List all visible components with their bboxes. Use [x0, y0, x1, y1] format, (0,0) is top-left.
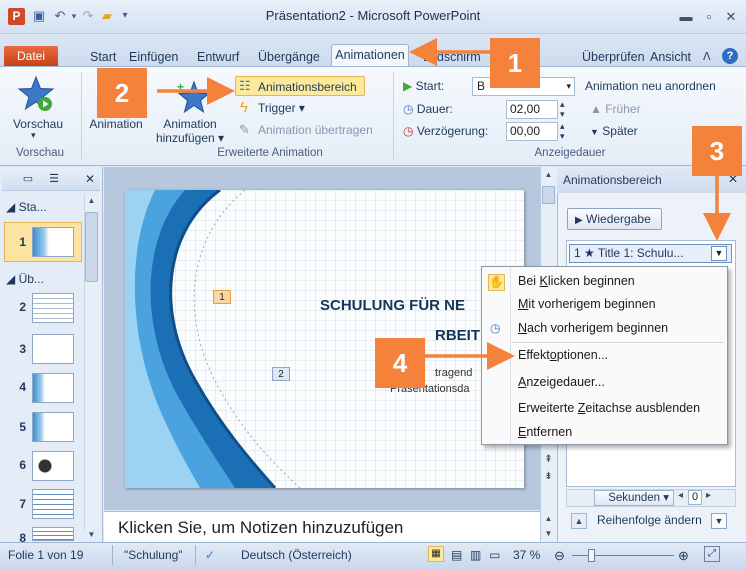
- callout-step-2: 2: [97, 68, 147, 118]
- callout-step-4: 4: [375, 338, 425, 388]
- callout-step-3: 3: [692, 126, 742, 176]
- callout-step-1: 1: [490, 38, 540, 88]
